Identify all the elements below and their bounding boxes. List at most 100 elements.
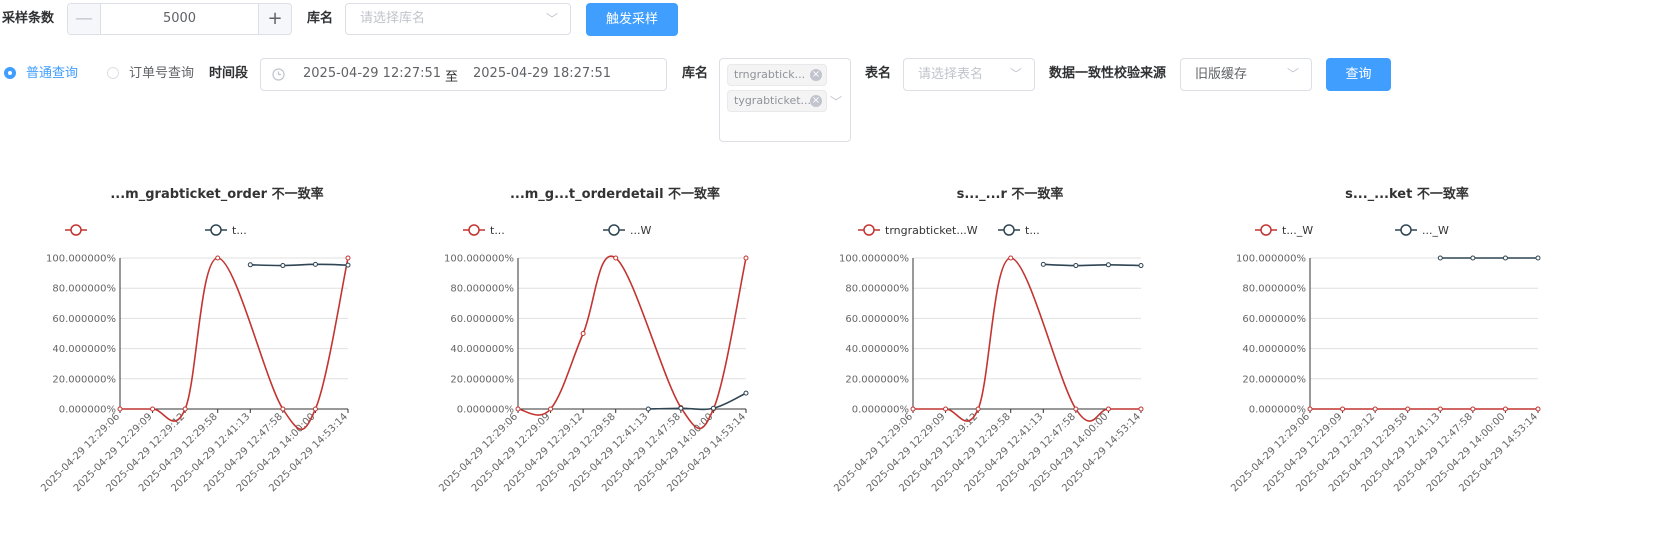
y-tick-label: 60.000000% [845,314,909,325]
y-tick-label: 40.000000% [52,344,116,355]
legend-label: ...W [630,224,651,237]
legend-label: t... [1025,224,1040,237]
data-point [1340,406,1346,412]
y-tick-label: 100.000000% [839,254,909,265]
y-tick-label: 60.000000% [1242,314,1306,325]
data-point [515,406,521,412]
data-point [1470,255,1476,261]
source-label: 数据一致性校验来源 [1049,66,1167,81]
data-point [1040,261,1046,267]
data-point [580,331,586,336]
y-tick-label: 20.000000% [845,374,909,385]
legend-marker [1400,224,1412,236]
legend-marker [1003,224,1015,236]
source-select-value: 旧版缓存 [1195,67,1248,82]
decrement-button[interactable]: — [68,4,101,34]
legend-label: t..._W [1282,224,1313,237]
y-tick-label: 100.000000% [444,254,514,265]
y-tick-label: 60.000000% [450,314,514,325]
data-point [645,406,651,412]
data-point [215,255,221,261]
y-tick-label: 20.000000% [1242,374,1306,385]
chart-panel: ...m_grabticket_order 不一致率 t... 0.000000% 2… [20,160,415,555]
chart-panel: s..._...ket 不一致率 t..._W ..._W 0.000000% 20.0… [1210,160,1605,555]
close-icon[interactable]: × [810,95,822,107]
data-point [1105,406,1111,412]
data-point [975,406,981,412]
data-point [943,406,949,412]
data-point [613,255,619,261]
y-tick-label: 100.000000% [46,254,116,265]
data-point [1502,406,1508,412]
line-chart: ...m_g...t_orderdetail 不一致率 t... ...W 0.000… [437,186,749,494]
y-tick-label: 0.000000% [59,405,116,416]
data-point [743,390,749,396]
y-tick-label: 0.000000% [457,405,514,416]
chart-title: s..._...r 不一致率 [957,186,1064,202]
chart-panel: ...m_g...t_orderdetail 不一致率 t... ...W 0.000… [418,160,813,555]
legend-label: trngrabticket...W [885,224,978,237]
table-select[interactable]: 请选择表名 ﹀ [903,58,1035,91]
sample-count-label: 采样条数 [2,11,55,26]
y-tick-label: 40.000000% [845,344,909,355]
data-point [1073,406,1079,412]
radio-order-query[interactable]: 订单号查询 [107,58,194,90]
sample-count-input[interactable]: 5000 [101,4,258,34]
series-line [250,263,349,267]
chevron-down-icon: ﹀ [830,95,843,109]
chart-panel: s..._...r 不一致率 trngrabticket...W t... 0.000… [813,160,1208,555]
data-point [1437,406,1443,412]
chart-title: ...m_grabticket_order 不一致率 [110,186,323,202]
data-point [548,406,554,412]
legend-marker [863,224,875,236]
radio-unchecked-icon [107,66,119,79]
data-point [182,406,188,412]
clock-icon [272,68,285,81]
db-tag: tygrabticket... × [727,90,827,112]
data-point [1138,263,1144,269]
data-point [247,262,253,268]
time-start-input[interactable]: 2025-04-29 12:27:51 [303,66,441,81]
data-point [1105,262,1111,268]
radio-order-label: 订单号查询 [129,66,195,81]
chevron-down-icon: ﹀ [545,12,558,26]
db-tag-label: trngrabtick... [734,68,806,81]
legend-marker [468,224,480,236]
data-point [117,406,123,412]
line-chart: s..._...r 不一致率 trngrabticket...W t... 0.000… [832,186,1144,494]
data-point [1535,255,1541,261]
chart-title: s..._...ket 不一致率 [1345,186,1469,202]
y-tick-label: 60.000000% [52,314,116,325]
source-select[interactable]: 旧版缓存 ﹀ [1180,58,1312,91]
time-separator: 至 [445,70,459,85]
line-chart: s..._...ket 不一致率 t..._W ..._W 0.000000% 20.0… [1229,186,1541,494]
y-tick-label: 80.000000% [1242,284,1306,295]
data-point [1535,406,1541,412]
data-point [1307,406,1313,412]
increment-button[interactable]: + [258,4,291,34]
chart-title: ...m_g...t_orderdetail 不一致率 [510,186,720,202]
data-point [280,263,286,269]
data-point [1073,263,1079,269]
y-tick-label: 80.000000% [450,284,514,295]
db-select[interactable]: 请选择库名 ﹀ [345,3,571,35]
sample-count-stepper[interactable]: — 5000 + [67,3,292,35]
y-tick-label: 80.000000% [845,284,909,295]
y-tick-label: 20.000000% [450,374,514,385]
legend-marker [1260,224,1272,236]
legend-label: ..._W [1422,224,1449,237]
db-tag-label: tygrabticket... [734,94,812,107]
y-tick-label: 0.000000% [852,405,909,416]
chevron-down-icon: ﹀ [1009,67,1022,81]
data-point [312,261,318,267]
y-tick-label: 40.000000% [1242,344,1306,355]
time-range-picker[interactable]: 2025-04-29 12:27:51 至 2025-04-29 18:27:5… [260,58,667,91]
db-multi-select[interactable]: trngrabtick... × tygrabticket... × ﹀ [719,58,851,142]
radio-normal-query[interactable]: 普通查询 [4,58,78,90]
trigger-sample-button[interactable]: 触发采样 [586,3,678,36]
close-icon[interactable]: × [810,69,822,81]
query-button[interactable]: 查询 [1326,58,1391,91]
db-label: 库名 [307,11,334,26]
time-end-input[interactable]: 2025-04-29 18:27:51 [473,66,611,81]
series-line [120,257,349,430]
